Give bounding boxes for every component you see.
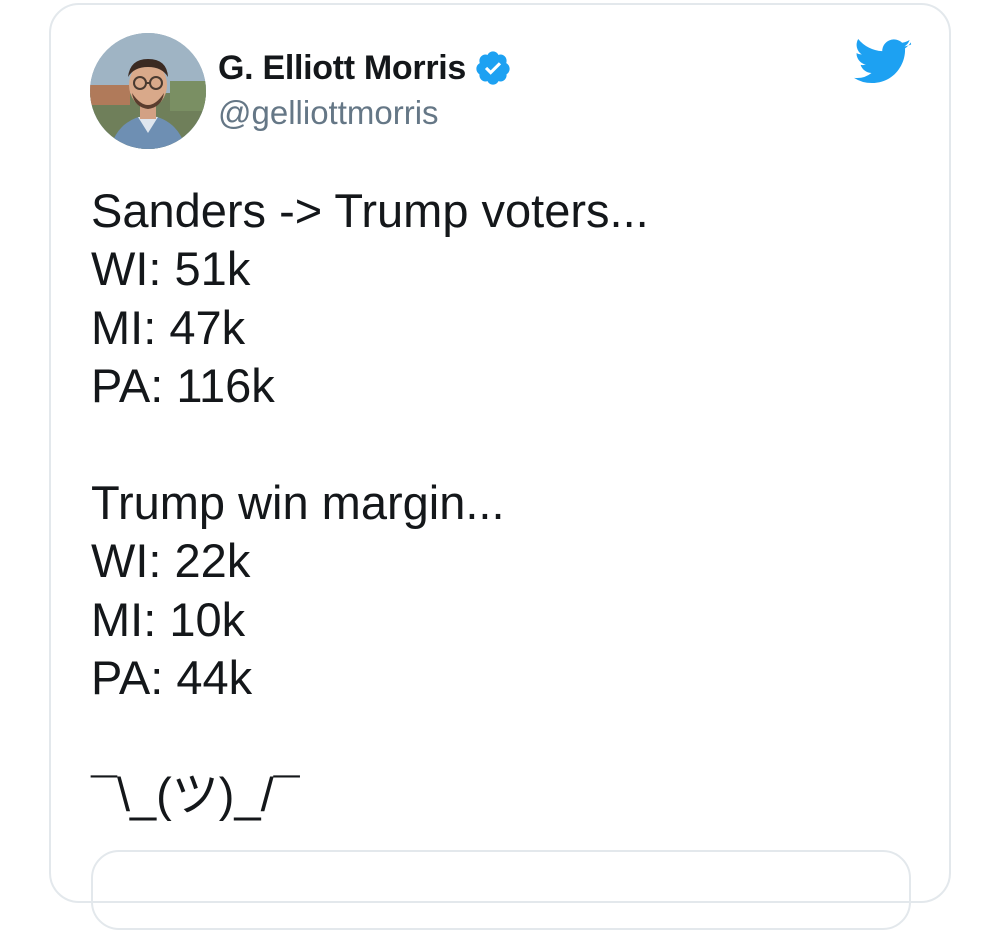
author-display-name[interactable]: G. Elliott Morris	[218, 49, 466, 88]
tweet-line: MI: 10k	[91, 592, 246, 646]
avatar-photo	[90, 33, 206, 149]
author-handle[interactable]: @gelliottmorris	[218, 94, 439, 132]
tweet-line: Trump win margin...	[91, 475, 505, 529]
twitter-bird-icon[interactable]	[854, 38, 912, 88]
author-avatar[interactable]	[90, 33, 206, 149]
tweet-line: PA: 44k	[91, 651, 253, 705]
tweet-line: PA: 116k	[91, 359, 275, 413]
tweet-line: WI: 22k	[91, 534, 251, 588]
verified-badge-icon	[474, 49, 512, 87]
tweet-line: MI: 47k	[91, 300, 246, 354]
shrug-line: ¯\_(ツ)_/¯	[91, 767, 300, 821]
author-name-row[interactable]: G. Elliott Morris	[218, 44, 512, 92]
tweet-line: WI: 51k	[91, 242, 251, 296]
quoted-tweet-card[interactable]	[91, 850, 911, 930]
tweet-body: Sanders -> Trump voters... WI: 51k MI: 4…	[91, 182, 911, 824]
tweet-line: Sanders -> Trump voters...	[91, 184, 649, 237]
